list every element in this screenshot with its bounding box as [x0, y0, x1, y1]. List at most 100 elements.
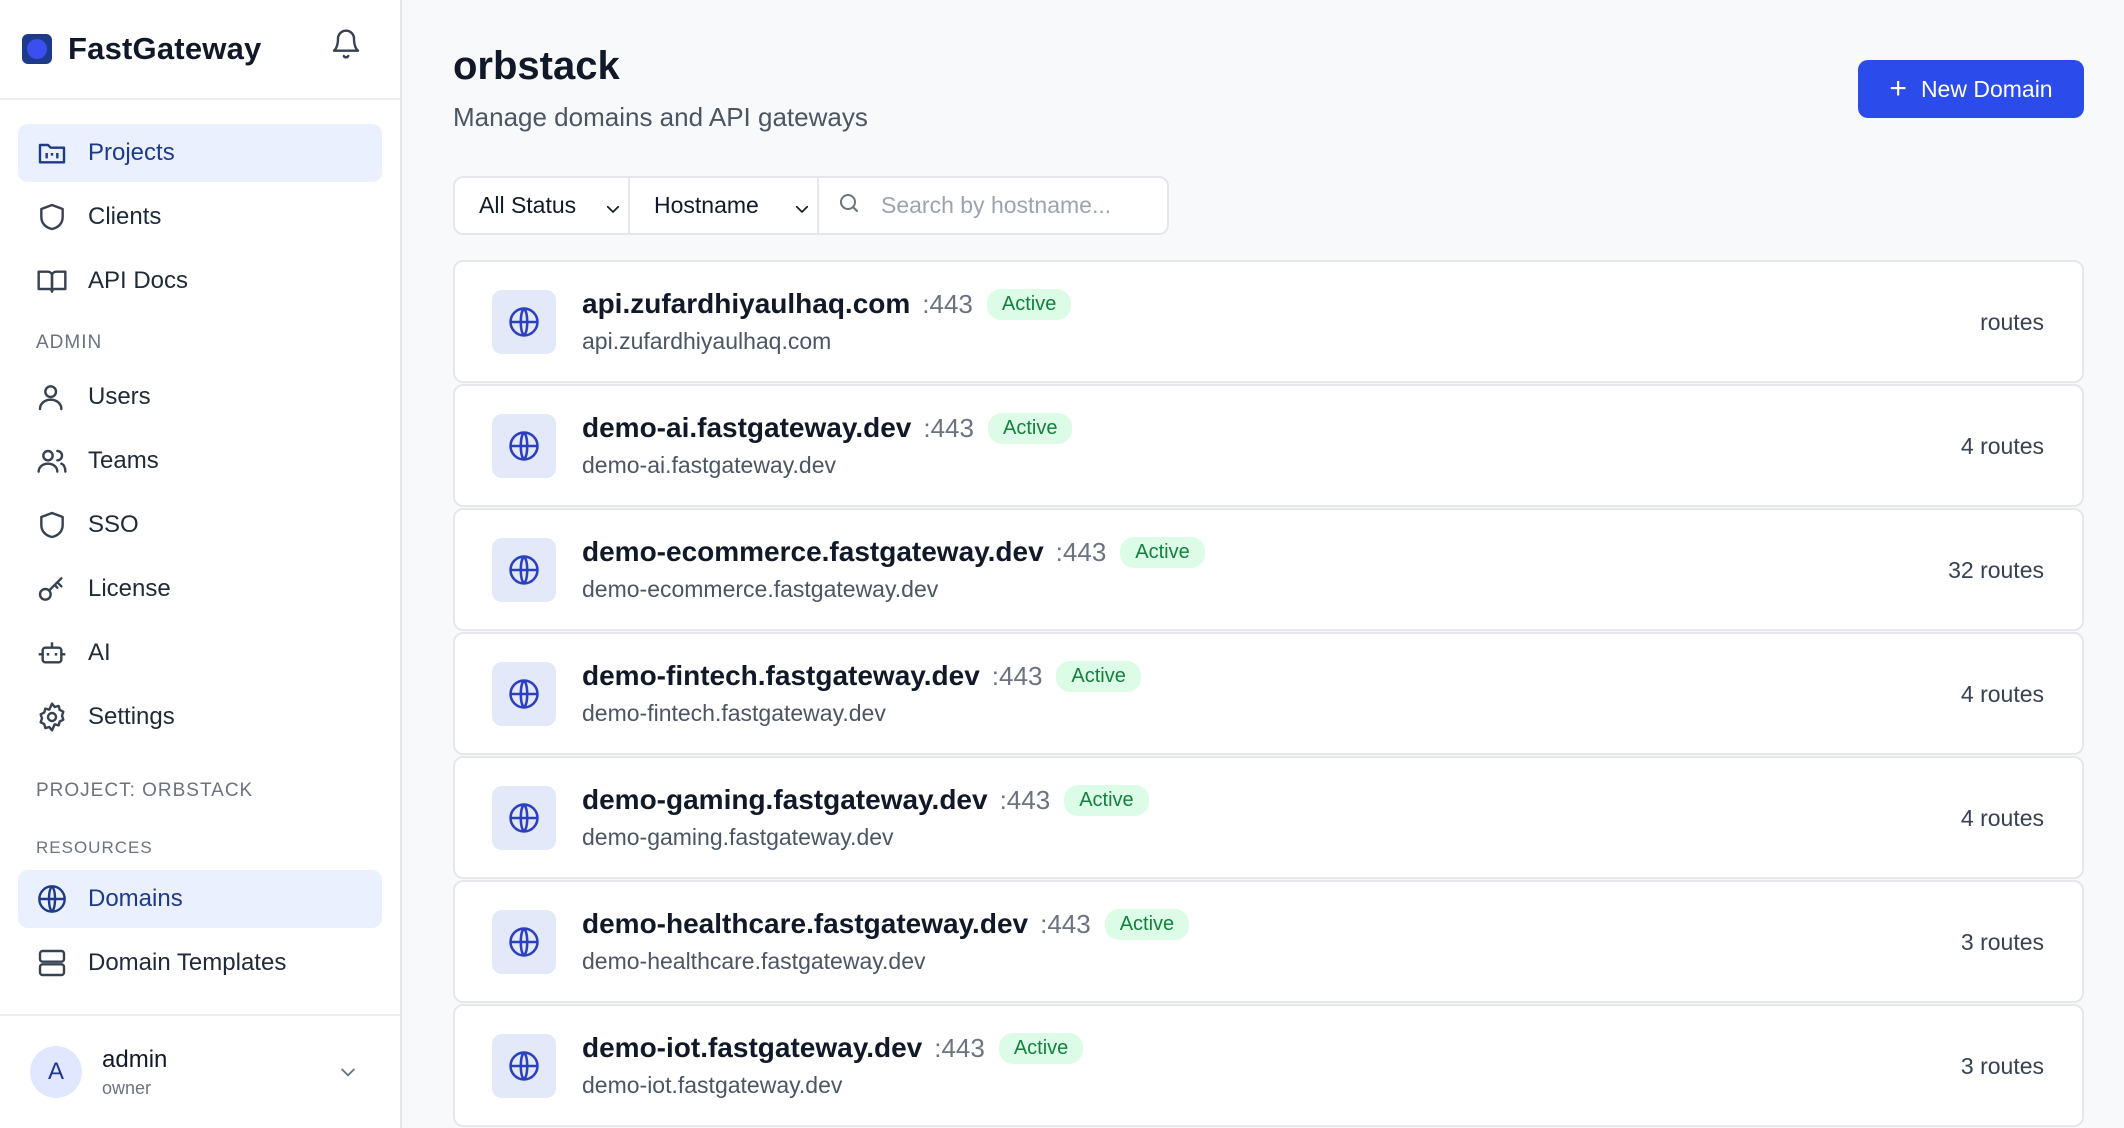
chevron-down-icon[interactable] [338, 1062, 358, 1082]
domain-port: :443 [922, 288, 973, 319]
sidebar-item-label: Projects [88, 139, 175, 166]
domain-hostname[interactable]: demo-ai.fastgateway.dev [582, 412, 911, 444]
domain-subtitle: demo-healthcare.fastgateway.dev [582, 948, 926, 974]
user-role: owner [102, 1077, 152, 1098]
sidebar-item-label: AI [88, 639, 111, 666]
domain-port: :443 [934, 1032, 985, 1063]
sidebar-item-api-docs[interactable]: API Docs [18, 252, 382, 310]
route-count: 4 routes [1960, 805, 2044, 831]
domain-subtitle: demo-ai.fastgateway.dev [582, 452, 836, 478]
route-count: 3 routes [1960, 1053, 2044, 1079]
project-section-label: PROJECT: ORBSTACK [36, 780, 254, 801]
sidebar-item-label: SSO [88, 511, 139, 538]
resources-section-label: RESOURCES [36, 838, 153, 857]
status-filter-select[interactable]: All Status [455, 178, 630, 233]
domain-hostname[interactable]: demo-gaming.fastgateway.dev [582, 784, 988, 816]
route-count: 3 routes [1960, 929, 2044, 955]
shield-icon [36, 201, 68, 233]
brand-name: FastGateway [68, 31, 262, 66]
domain-row[interactable]: demo-ecommerce.fastgateway.dev :443 Acti… [453, 508, 2084, 631]
chevron-down-icon [604, 197, 622, 215]
route-count: 4 routes [1960, 433, 2044, 459]
sidebar-item-label: Domains [88, 885, 183, 912]
plus-icon: + [1889, 72, 1907, 105]
status-filter-value: All Status [479, 192, 577, 218]
globe-icon [492, 537, 556, 602]
sidebar-item-label: Teams [88, 447, 159, 474]
sidebar-item-projects[interactable]: Projects [18, 124, 382, 182]
domain-subtitle: demo-gaming.fastgateway.dev [582, 824, 894, 850]
sidebar-item-ai[interactable]: AI [18, 624, 382, 682]
status-badge: Active [1056, 660, 1141, 692]
shield-icon [36, 509, 68, 541]
sidebar-item-label: Settings [88, 703, 175, 730]
filter-bar: All Status Hostname [453, 176, 1169, 235]
sidebar-item-domain-templates[interactable]: Domain Templates [18, 934, 382, 992]
domain-port: :443 [1055, 536, 1107, 567]
bell-icon[interactable] [330, 26, 362, 62]
domain-row[interactable]: demo-ai.fastgateway.dev :443 Active demo… [453, 384, 2084, 507]
route-count: 4 routes [1960, 681, 2044, 707]
sidebar-item-label: Clients [88, 203, 162, 230]
sidebar-item-teams[interactable]: Teams [18, 432, 382, 490]
status-badge: Active [986, 288, 1072, 320]
domain-row[interactable]: demo-iot.fastgateway.dev :443 Active dem… [453, 1004, 2084, 1127]
new-domain-button-label: New Domain [1920, 75, 2053, 102]
domain-row[interactable]: demo-healthcare.fastgateway.dev :443 Act… [453, 880, 2084, 1003]
field-filter-value: Hostname [654, 192, 759, 218]
domain-port: :443 [991, 660, 1043, 691]
domain-hostname[interactable]: api.zufardhiyaulhaq.com [582, 288, 910, 320]
user-menu[interactable]: A admin owner [0, 1014, 400, 1128]
globe-icon [492, 413, 556, 478]
globe-icon [492, 289, 556, 354]
new-domain-button[interactable]: + New Domain [1858, 60, 2084, 118]
main-content: orbstack Manage domains and API gateways… [404, 0, 2124, 1128]
domain-hostname[interactable]: demo-iot.fastgateway.dev [582, 1032, 922, 1064]
page-subtitle: Manage domains and API gateways [453, 102, 868, 132]
sidebar-item-label: License [88, 575, 171, 602]
folder-icon [36, 137, 68, 169]
domain-port: :443 [1040, 908, 1091, 939]
domain-port: :443 [923, 412, 974, 443]
domain-hostname[interactable]: demo-healthcare.fastgateway.dev [582, 908, 1028, 940]
domain-port: :443 [999, 784, 1051, 815]
globe-icon [36, 883, 68, 915]
domain-hostname[interactable]: demo-fintech.fastgateway.dev [582, 660, 980, 692]
user-name: admin [102, 1045, 168, 1073]
sidebar-item-domains[interactable]: Domains [18, 870, 382, 928]
search-input[interactable] [881, 192, 1141, 219]
sidebar-item-label: Domain Templates [88, 949, 287, 976]
domain-row[interactable]: demo-fintech.fastgateway.dev :443 Active… [453, 632, 2084, 755]
avatar: A [30, 1046, 82, 1098]
users-icon [36, 445, 68, 477]
server-icon [36, 947, 68, 979]
route-count: routes [1980, 309, 2044, 335]
status-badge: Active [998, 1032, 1084, 1064]
sidebar-item-label: Users [88, 383, 151, 410]
globe-icon [492, 1033, 556, 1098]
gear-icon [36, 701, 68, 733]
key-icon [36, 573, 68, 605]
sidebar: FastGateway Projects Clients API Docs A D… [0, 0, 402, 1128]
domain-subtitle: api.zufardhiyaulhaq.com [582, 328, 832, 354]
status-badge: Active [1064, 784, 1149, 816]
domain-row[interactable]: api.zufardhiyaulhaq.com :443 Active api.… [453, 260, 2084, 383]
status-badge: Active [1120, 536, 1205, 568]
domain-hostname[interactable]: demo-ecommerce.fastgateway.dev [582, 536, 1044, 568]
sidebar-item-license[interactable]: License [18, 560, 382, 618]
field-filter-select[interactable]: Hostname [630, 178, 819, 233]
sidebar-item-users[interactable]: Users [18, 368, 382, 426]
domain-subtitle: demo-ecommerce.fastgateway.dev [582, 576, 939, 602]
bot-icon [36, 637, 68, 669]
sidebar-item-clients[interactable]: Clients [18, 188, 382, 246]
domain-list: api.zufardhiyaulhaq.com :443 Active api.… [453, 260, 2084, 1128]
chevron-down-icon [793, 197, 811, 215]
domain-row[interactable]: demo-gaming.fastgateway.dev :443 Active … [453, 756, 2084, 879]
globe-icon [492, 661, 556, 726]
globe-icon [492, 785, 556, 850]
fastgateway-logo-icon [22, 34, 52, 64]
status-badge: Active [987, 412, 1073, 444]
domain-subtitle: demo-fintech.fastgateway.dev [582, 700, 886, 726]
sidebar-item-sso[interactable]: SSO [18, 496, 382, 554]
sidebar-item-settings[interactable]: Settings [18, 688, 382, 746]
